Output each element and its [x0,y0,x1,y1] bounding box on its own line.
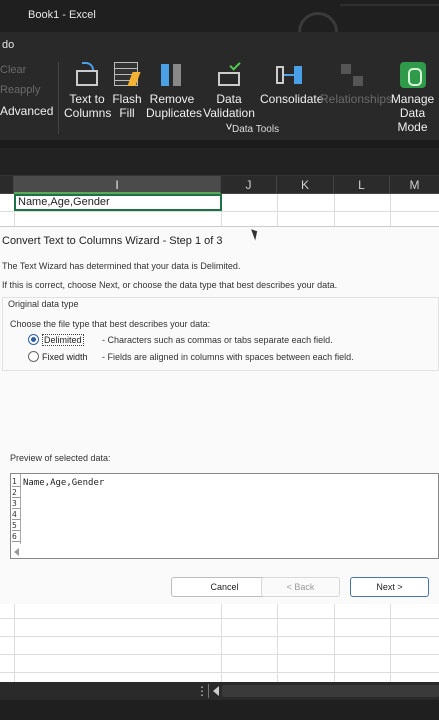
flash-fill-button[interactable]: Flash Fill [112,62,142,120]
text-to-columns-label: Text to Columns [64,92,112,120]
preview-row-numbers: 1 2 3 4 5 6 [11,474,21,544]
worksheet-grid[interactable]: Name,Age,Gender [0,194,439,226]
column-header-j[interactable]: J [221,176,277,194]
active-cell[interactable]: Name,Age,Gender [14,194,222,211]
column-headers: I J K L M [0,176,439,194]
data-tools-group-label: Data Tools [232,124,280,135]
data-preview-pane[interactable]: 1 2 3 4 5 6 Name,Age,Gender [10,473,439,559]
status-bar: ⋮ [0,682,439,720]
delimited-radio[interactable] [28,334,39,345]
ribbon-bottom-edge [0,140,439,148]
preview-row-number: 4 [12,509,21,520]
wizard-intro-2: If this is correct, choose Next, or choo… [2,280,338,290]
window-title: Book1 - Excel [28,9,96,21]
consolidate-icon [276,62,302,88]
data-validation-icon [216,59,242,88]
next-button[interactable]: Next > [350,577,429,597]
file-type-prompt: Choose the file type that best describes… [10,319,211,329]
fixed-width-description: - Fields are aligned in columns with spa… [102,352,354,362]
remove-duplicates-label: Remove Duplicates [146,92,203,120]
status-separator [208,684,209,698]
preview-horizontal-scrollbar[interactable] [11,546,438,558]
scroll-left-icon[interactable] [14,548,19,556]
relationships-icon [339,62,365,88]
original-data-type-legend: Original data type [6,299,81,309]
preview-row-number: 2 [12,487,21,498]
consolidate-label: Consolidate [260,92,324,106]
preview-row-number: 6 [12,531,21,542]
text-to-columns-wizard-dialog: Convert Text to Columns Wizard - Step 1 … [0,226,439,604]
relationships-button[interactable]: Relationships [320,62,393,106]
ribbon: do Clear Reapply Advanced Text to Columns… [0,32,439,140]
manage-data-model-button[interactable]: Manage Data Mode [386,62,439,134]
column-header-l[interactable]: L [334,176,390,194]
relationships-label: Relationships [320,92,393,106]
manage-data-model-icon [399,62,426,88]
flash-fill-icon [114,62,141,88]
horizontal-scrollbar[interactable] [222,685,439,697]
preview-label: Preview of selected data: [10,453,111,463]
consolidate-button[interactable]: Consolidate [260,62,324,106]
clear-button[interactable]: Clear [0,64,26,76]
column-header-i[interactable]: I [14,176,221,194]
preview-row-number: 1 [12,476,21,487]
formula-bar[interactable] [0,148,439,176]
manage-data-model-label: Manage Data Mode [390,92,435,134]
remove-duplicates-icon [159,62,185,88]
flash-fill-label: Flash Fill [112,92,142,120]
undo-label[interactable]: do [2,39,14,51]
text-to-columns-button[interactable]: Text to Columns [64,62,112,120]
fixed-width-label[interactable]: Fixed width [42,352,88,362]
preview-line: Name,Age,Gender [23,478,105,488]
remove-duplicates-button[interactable]: Remove Duplicates [146,62,203,120]
corner-header[interactable] [0,176,14,194]
wizard-intro-1: The Text Wizard has determined that your… [2,261,241,271]
preview-row-number: 3 [12,498,21,509]
worksheet-grid-lower[interactable] [0,604,439,682]
reapply-button[interactable]: Reapply [0,84,40,96]
column-header-k[interactable]: K [277,176,334,194]
title-bar: Book1 - Excel [0,0,439,54]
text-to-columns-icon [74,62,100,88]
ribbon-separator [58,62,59,134]
advanced-button[interactable]: Advanced [0,104,53,118]
back-button[interactable]: < Back [261,577,340,597]
preview-row-number: 5 [12,520,21,531]
scroll-left-arrow-icon[interactable] [213,686,219,696]
delimited-description: - Characters such as commas or tabs sepa… [102,335,333,345]
delimited-label[interactable]: Delimited [42,334,84,346]
dialog-title: Convert Text to Columns Wizard - Step 1 … [2,235,223,247]
fixed-width-radio[interactable] [28,351,39,362]
column-header-m[interactable]: M [390,176,439,194]
more-options-icon[interactable]: ⋮ [196,684,208,698]
